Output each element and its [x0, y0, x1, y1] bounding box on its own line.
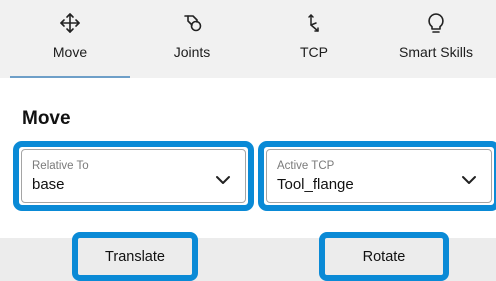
relative-to-caption: Relative To — [32, 160, 89, 172]
tab-tcp-label: TCP — [300, 44, 328, 60]
active-tab-indicator — [10, 76, 130, 78]
relative-to-dropdown[interactable]: Relative To base — [13, 141, 254, 211]
tab-smart-skills[interactable]: Smart Skills — [376, 0, 496, 78]
tab-move[interactable]: Move — [10, 0, 130, 78]
tab-joints[interactable]: Joints — [132, 0, 252, 78]
rotate-button[interactable]: Rotate — [319, 232, 449, 281]
active-tcp-field: Active TCP Tool_flange — [266, 149, 492, 203]
move-arrows-icon — [59, 12, 81, 34]
relative-to-field: Relative To base — [21, 149, 246, 203]
active-tcp-caption: Active TCP — [277, 160, 335, 172]
tab-move-label: Move — [52, 44, 88, 60]
tab-tcp[interactable]: TCP — [254, 0, 374, 78]
active-tcp-value: Tool_flange — [277, 176, 354, 193]
chevron-down-icon — [461, 172, 477, 190]
joints-icon — [181, 12, 203, 34]
chevron-down-icon — [215, 172, 231, 190]
tcp-axes-icon — [303, 12, 325, 34]
active-tcp-dropdown[interactable]: Active TCP Tool_flange — [258, 141, 496, 211]
relative-to-value: base — [32, 176, 65, 193]
section-title: Move — [22, 108, 71, 129]
tab-smart-skills-label: Smart Skills — [399, 44, 473, 60]
translate-button[interactable]: Translate — [72, 232, 198, 281]
lightbulb-icon — [425, 12, 447, 34]
tab-joints-label: Joints — [173, 44, 211, 60]
tab-bar: Move Joints TCP Smart Skills — [0, 0, 496, 78]
